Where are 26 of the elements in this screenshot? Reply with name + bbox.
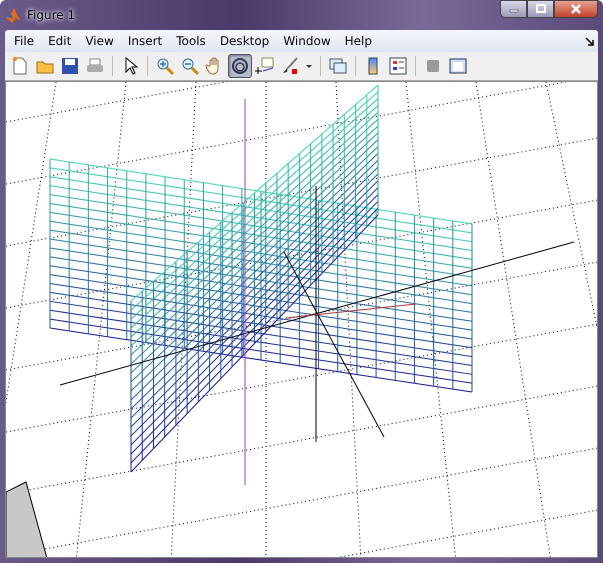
- zoom-out-icon: [180, 56, 200, 76]
- maximize-button[interactable]: [527, 0, 554, 18]
- menu-item[interactable]: Insert: [122, 32, 168, 50]
- app-logo-icon: [5, 7, 21, 23]
- rotate-3d-icon: [230, 56, 250, 76]
- maximize-icon: [534, 4, 546, 14]
- window-title: Figure 1: [27, 8, 76, 22]
- linked-plots-icon: [328, 56, 348, 76]
- rotate-3d-button[interactable]: [228, 54, 252, 78]
- dock-arrow-icon[interactable]: [585, 36, 594, 46]
- close-button[interactable]: [554, 0, 598, 18]
- legend-icon: [388, 56, 408, 76]
- close-icon: [570, 4, 582, 14]
- zoom-in-icon: [155, 56, 175, 76]
- menu-item[interactable]: Window: [278, 32, 336, 50]
- window-frame-icon: [448, 56, 468, 76]
- dropdown-caret-icon: [306, 64, 312, 68]
- menu-item[interactable]: Tools: [171, 32, 211, 50]
- menu-item[interactable]: File: [9, 32, 40, 50]
- menu-item[interactable]: Help: [340, 32, 377, 50]
- data-cursor-icon: [255, 56, 275, 76]
- paintbrush-icon: [280, 56, 300, 76]
- menu-item[interactable]: Edit: [43, 32, 76, 50]
- menu-item[interactable]: View: [80, 32, 119, 50]
- menu-item[interactable]: Desktop: [214, 32, 274, 50]
- minimize-button[interactable]: [500, 0, 527, 18]
